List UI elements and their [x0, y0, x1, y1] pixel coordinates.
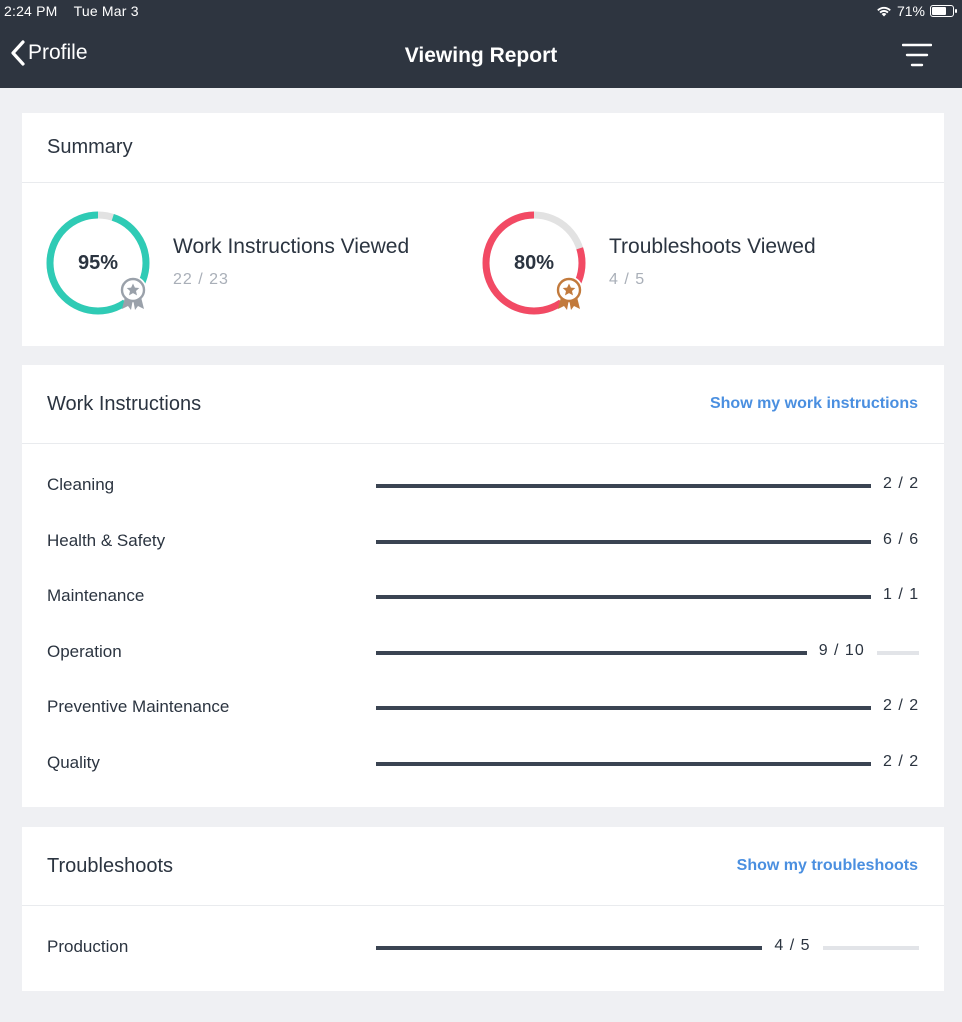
status-bar-left: 2:24 PM Tue Mar 3 — [4, 3, 139, 19]
progress-bar-fill — [376, 761, 919, 766]
progress-bar — [376, 484, 919, 488]
work-instructions-card: Work Instructions Show my work instructi… — [22, 365, 944, 807]
row-label: Health & Safety — [47, 530, 166, 550]
progress-bar — [376, 539, 919, 544]
progress-bar-fill — [376, 946, 811, 950]
row-label: Maintenance — [47, 586, 145, 605]
troubleshoots-title: Troubleshoots — [47, 855, 173, 877]
status-time: 2:24 PM — [4, 3, 58, 19]
progress-row[interactable]: Cleaning 2 / 2 — [22, 471, 944, 501]
bronze-medal-icon — [555, 277, 583, 310]
row-label: Quality — [47, 752, 100, 772]
row-value: 9 / 10 — [806, 641, 877, 660]
progress-row[interactable]: Production 4 / 5 — [22, 933, 944, 963]
row-value: 1 / 1 — [871, 586, 932, 604]
row-value: 2 / 2 — [871, 697, 932, 715]
work-instructions-title: Work Instructions — [47, 393, 202, 415]
summary-card: Summary 95% Work Instructions Viewed 22 … — [22, 113, 944, 346]
progress-bar-fill — [376, 595, 919, 599]
troubleshoots-card: Troubleshoots Show my troubleshoots Prod… — [22, 827, 944, 991]
row-label: Operation — [47, 641, 122, 661]
summary-item-title: Work Instructions Viewed — [173, 235, 410, 258]
page-title: Viewing Report — [404, 44, 558, 67]
battery-icon — [930, 5, 957, 17]
filter-menu-icon[interactable] — [902, 42, 932, 68]
battery-percent: 71% — [896, 3, 925, 19]
progress-bar-fill — [376, 539, 919, 544]
row-label: Production — [47, 937, 129, 956]
row-label: Cleaning — [47, 475, 115, 494]
status-bar-right: 71% — [876, 3, 957, 19]
progress-bar — [376, 946, 919, 950]
progress-bar — [376, 595, 919, 599]
summary-item-work-instructions: 95% Work Instructions Viewed 22 / 23 — [46, 211, 486, 321]
show-work-instructions-link[interactable]: Show my work instructions — [710, 395, 918, 413]
progress-bar-fill — [376, 706, 919, 710]
progress-row[interactable]: Health & Safety 6 / 6 — [22, 527, 944, 557]
progress-row[interactable]: Quality 2 / 2 — [22, 749, 944, 779]
summary-item-troubleshoots: 80% Troubleshoots Viewed 4 / 5 — [482, 211, 922, 321]
silver-medal-icon — [119, 277, 147, 310]
show-troubleshoots-link[interactable]: Show my troubleshoots — [737, 857, 918, 875]
progress-row[interactable]: Operation 9 / 10 — [22, 638, 944, 668]
progress-bar-fill — [376, 484, 919, 488]
progress-bar-fill — [376, 650, 865, 655]
row-value: 2 / 2 — [871, 752, 932, 771]
row-label: Preventive Maintenance — [47, 697, 230, 716]
summary-item-count: 22 / 23 — [173, 271, 229, 288]
summary-item-count: 4 / 5 — [609, 271, 646, 288]
row-value: 4 / 5 — [762, 937, 823, 955]
wifi-icon — [877, 6, 891, 17]
progress-bar — [376, 706, 919, 710]
row-value: 2 / 2 — [871, 475, 932, 493]
progress-bar — [376, 761, 919, 766]
status-date: Tue Mar 3 — [73, 3, 139, 19]
progress-row[interactable]: Preventive Maintenance 2 / 2 — [22, 693, 944, 723]
summary-item-title: Troubleshoots Viewed — [609, 235, 816, 258]
top-bar: 2:24 PM Tue Mar 3 71% Profile Viewing Re… — [0, 0, 962, 88]
progress-row[interactable]: Maintenance 1 / 1 — [22, 582, 944, 612]
work-instructions-header: Work Instructions Show my work instructi… — [22, 365, 944, 444]
summary-title: Summary — [47, 136, 133, 158]
summary-header: Summary — [22, 113, 944, 183]
row-value: 6 / 6 — [871, 530, 932, 549]
troubleshoots-header: Troubleshoots Show my troubleshoots — [22, 827, 944, 906]
